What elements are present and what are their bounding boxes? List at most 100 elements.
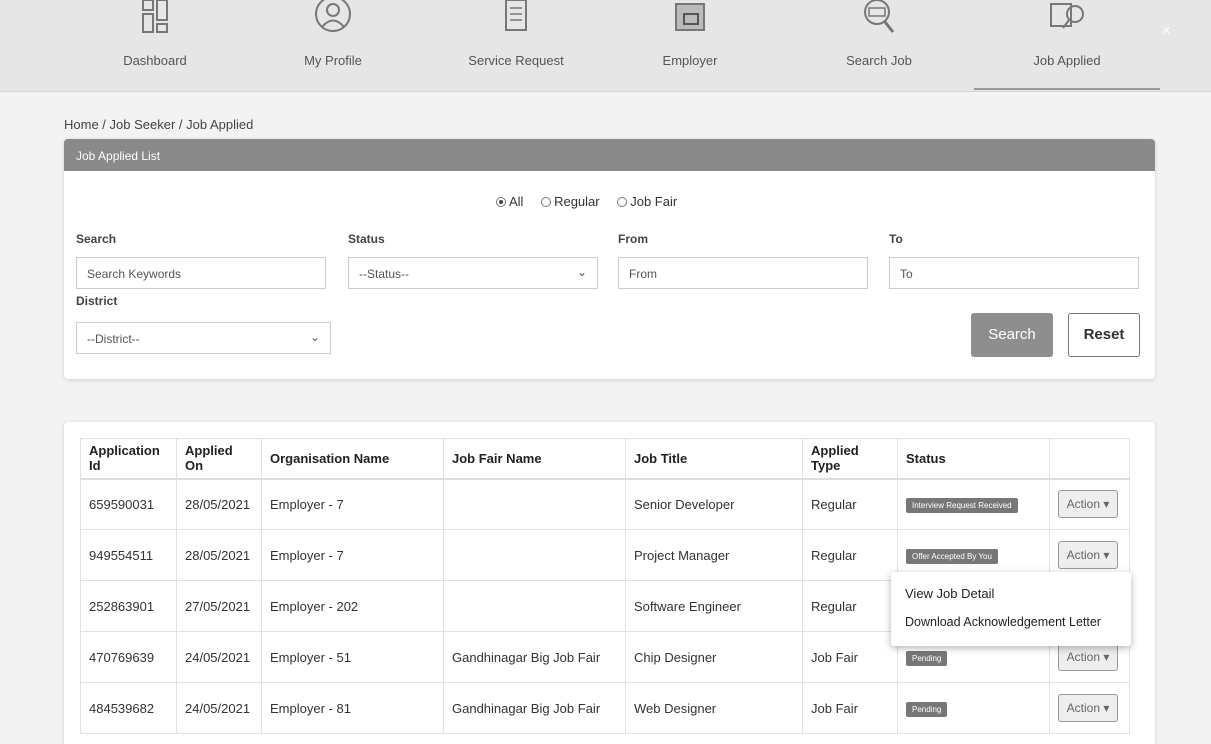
col-job-fair-name: Job Fair Name xyxy=(443,438,626,480)
reset-button[interactable]: Reset xyxy=(1068,313,1140,357)
table-row: 484539682 24/05/2021 Employer - 81 Gandh… xyxy=(80,682,1130,734)
top-navigation: Dashboard My Profile Service Request Emp… xyxy=(0,0,1211,92)
table-row: 659590031 28/05/2021 Employer - 7 Senior… xyxy=(80,478,1130,530)
from-label: From xyxy=(618,232,648,246)
chevron-down-icon: ⌄ xyxy=(576,265,587,279)
district-select[interactable]: --District-- ⌄ xyxy=(76,322,331,354)
nav-label-job-applied: Job Applied xyxy=(1033,53,1101,68)
col-status: Status xyxy=(897,438,1050,480)
col-job-title: Job Title xyxy=(625,438,803,480)
search-button[interactable]: Search xyxy=(971,313,1053,357)
cell-application-id: 470769639 xyxy=(80,631,177,683)
radio-regular[interactable]: Regular xyxy=(541,194,600,209)
cell-job-fair: Gandhinagar Big Job Fair xyxy=(443,631,626,683)
col-applied-type: Applied Type xyxy=(802,438,898,480)
nav-label-service-request: Service Request xyxy=(468,53,564,68)
radio-unselected-icon xyxy=(617,196,628,207)
radio-selected-icon xyxy=(496,196,506,207)
nav-service-request[interactable]: Service Request xyxy=(441,0,591,92)
cell-application-id: 949554511 xyxy=(80,529,177,581)
col-action xyxy=(1049,438,1130,480)
radio-job-fair[interactable]: Job Fair xyxy=(617,194,677,209)
cell-job-fair: Gandhinagar Big Job Fair xyxy=(443,682,626,734)
panel-title: Job Applied List xyxy=(64,139,1155,171)
cell-applied-on: 28/05/2021 xyxy=(176,478,262,530)
cell-organisation: Employer - 7 xyxy=(261,478,444,530)
briefcase-icon xyxy=(675,3,705,31)
cell-job-title: Senior Developer xyxy=(625,478,803,530)
col-organisation-name: Organisation Name xyxy=(261,438,444,480)
chevron-down-icon: ⌄ xyxy=(309,330,320,344)
to-label: To xyxy=(889,232,903,246)
nav-search-job[interactable]: Search Job xyxy=(804,0,954,92)
cell-applied-on: 28/05/2021 xyxy=(176,529,262,581)
action-dropdown-button[interactable]: Action ▾ xyxy=(1058,490,1118,519)
cell-job-title: Software Engineer xyxy=(625,580,803,632)
cell-organisation: Employer - 51 xyxy=(261,631,444,683)
nav-job-applied[interactable]: Job Applied xyxy=(974,0,1160,92)
action-dropdown-button[interactable]: Action ▾ xyxy=(1058,541,1118,569)
cell-application-id: 484539682 xyxy=(80,682,177,734)
cell-applied-type: Regular xyxy=(802,580,898,632)
cell-job-fair xyxy=(443,580,626,632)
cell-applied-type: Job Fair xyxy=(802,682,898,734)
menu-item-view-job-detail[interactable]: View Job Detail xyxy=(905,586,994,601)
action-dropdown-button[interactable]: Action ▾ xyxy=(1058,694,1118,722)
nav-label-employer: Employer xyxy=(662,53,718,68)
district-label: District xyxy=(76,294,118,308)
status-badge: Interview Request Received xyxy=(906,497,1018,513)
cell-applied-on: 24/05/2021 xyxy=(176,631,262,683)
applied-type-radio-group: All Regular Job Fair xyxy=(496,194,691,210)
cell-applied-on: 27/05/2021 xyxy=(176,580,262,632)
job-search-icon xyxy=(864,0,895,33)
cell-organisation: Employer - 202 xyxy=(261,580,444,632)
cell-job-fair xyxy=(443,529,626,581)
col-application-id: Application Id xyxy=(80,438,177,480)
status-badge: Pending xyxy=(906,650,948,666)
cell-status: Interview Request Received xyxy=(897,478,1050,530)
search-label: Search xyxy=(76,232,117,246)
nav-label-dashboard: Dashboard xyxy=(123,53,187,68)
nav-label-my-profile: My Profile xyxy=(304,53,362,68)
status-badge: Pending xyxy=(906,701,948,717)
nav-label-search-job: Search Job xyxy=(846,53,912,68)
table-header-row: Application Id Applied On Organisation N… xyxy=(80,438,1130,480)
nav-employer[interactable]: Employer xyxy=(615,0,765,92)
status-badge: Offer Accepted By You xyxy=(906,548,998,564)
action-dropdown-menu: View Job Detail Download Acknowledgement… xyxy=(891,572,1131,646)
cell-application-id: 659590031 xyxy=(80,478,177,530)
cell-applied-type: Regular xyxy=(802,529,898,581)
to-date-input[interactable]: To xyxy=(889,257,1139,289)
cell-application-id: 252863901 xyxy=(80,580,177,632)
nav-dashboard[interactable]: Dashboard xyxy=(80,0,230,92)
menu-item-download-acknowledgement[interactable]: Download Acknowledgement Letter xyxy=(905,615,1101,629)
cell-applied-on: 24/05/2021 xyxy=(176,682,262,734)
district-select-value: --District-- xyxy=(87,332,140,346)
radio-unselected-icon xyxy=(541,196,552,207)
cell-job-fair xyxy=(443,478,626,530)
cell-action: Action ▾ xyxy=(1049,478,1130,530)
status-select-value: --Status-- xyxy=(359,267,410,281)
job-applied-icon xyxy=(1050,3,1084,29)
cell-applied-type: Regular xyxy=(802,478,898,530)
close-icon[interactable]: × xyxy=(1162,22,1171,39)
cell-organisation: Employer - 81 xyxy=(261,682,444,734)
search-input[interactable]: Search Keywords xyxy=(76,257,326,289)
cell-job-title: Project Manager xyxy=(625,529,803,581)
col-applied-on: Applied On xyxy=(176,438,262,480)
cell-job-title: Chip Designer xyxy=(625,631,803,683)
nav-my-profile[interactable]: My Profile xyxy=(258,0,408,92)
document-list-icon xyxy=(505,0,527,31)
radio-all[interactable]: All xyxy=(496,194,523,209)
from-date-input[interactable]: From xyxy=(618,257,868,289)
breadcrumb: Home / Job Seeker / Job Applied xyxy=(64,117,254,132)
cell-job-title: Web Designer xyxy=(625,682,803,734)
user-profile-icon xyxy=(315,0,351,32)
cell-action: Action ▾ xyxy=(1049,682,1130,734)
status-select[interactable]: --Status-- ⌄ xyxy=(348,257,598,289)
dashboard-grid-icon xyxy=(142,0,168,33)
action-dropdown-button[interactable]: Action ▾ xyxy=(1058,643,1118,671)
filter-panel: Job Applied List All Regular Job Fair Se… xyxy=(64,139,1155,379)
status-label: Status xyxy=(348,232,385,246)
cell-status: Pending xyxy=(897,682,1050,734)
